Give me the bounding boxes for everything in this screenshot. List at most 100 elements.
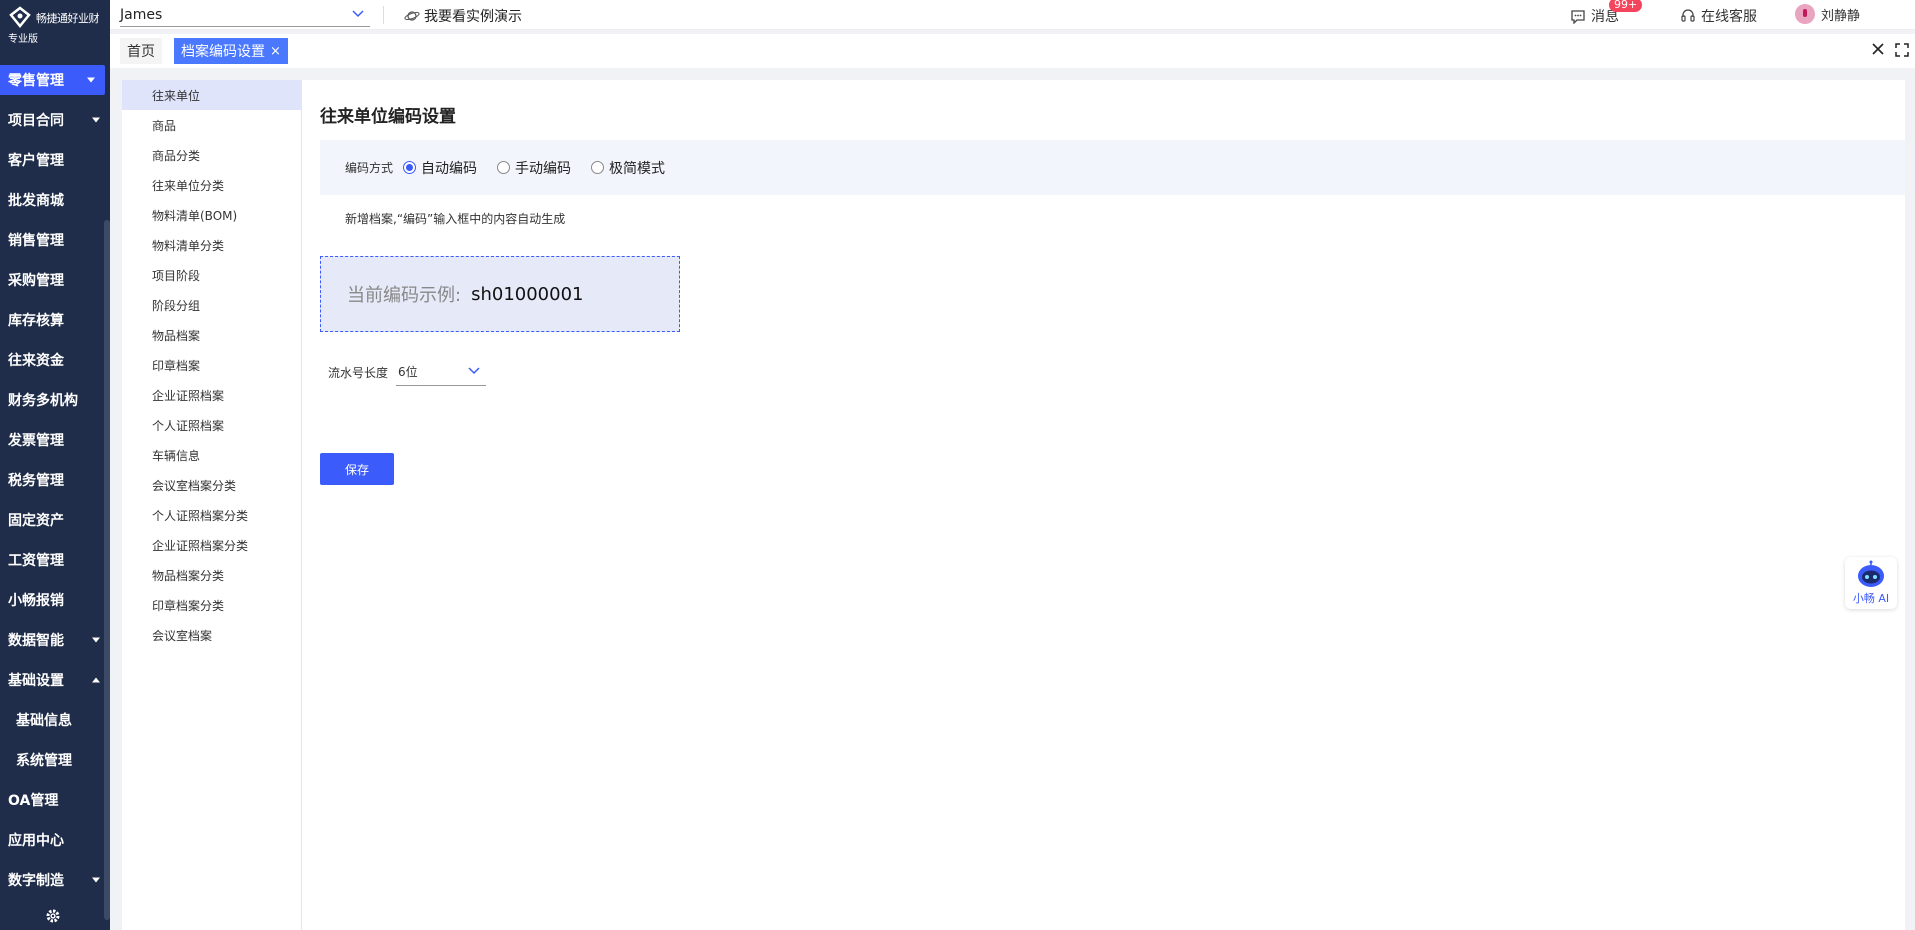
divider [383,6,384,24]
sidebar-item-5[interactable]: 采购管理 [0,260,110,300]
tab-home[interactable]: 首页 [120,38,162,64]
sidebar-item-label: 项目合同 [8,113,64,129]
tab-active-label: 档案编码设置 [181,44,265,60]
online-service-label: 在线客服 [1701,9,1757,25]
sidebar-item-17[interactable]: 系统管理 [0,740,110,780]
radio-minimal-mode[interactable]: 极简模式 [591,158,665,178]
demo-link[interactable]: 我要看实例演示 [404,6,522,26]
sidebar-scrollbar[interactable] [104,220,110,920]
sidebar-item-19[interactable]: 应用中心 [0,820,110,860]
subnav-item[interactable]: 印章档案分类 [122,590,301,620]
radio-label: 自动编码 [421,160,478,177]
caret-down-icon [92,117,100,123]
subnav-item[interactable]: 阶段分组 [122,290,301,320]
subnav-item[interactable]: 车辆信息 [122,440,301,470]
close-icon[interactable]: × [270,44,281,59]
sidebar-item-label: 基础设置 [8,673,64,689]
subnav-item[interactable]: 项目阶段 [122,260,301,290]
sidebar-item-16[interactable]: 基础信息 [0,700,110,740]
subnav-item[interactable]: 个人证照档案分类 [122,500,301,530]
main-menu: 零售管理项目合同客户管理 批发商城 销售管理采购管理库存核算往来资金 财务多机构发票管… [0,60,110,900]
sidebar-item-6[interactable]: 库存核算 [0,300,110,340]
subnav-item[interactable]: 会议室档案 [122,620,301,650]
coding-settings-panel: 往来单位编码设置 编码方式 自动编码 手动编码 极简模式 新增档案,“编码”输入… [320,80,1905,930]
sidebar-item-label: OA管理 [8,793,59,809]
user-name: 刘静静 [1821,8,1861,24]
subnav-item[interactable]: 会议室档案分类 [122,470,301,500]
ai-assistant-button[interactable]: 小畅 AI [1845,557,1897,609]
tab-archive-coding-settings[interactable]: 档案编码设置 × [174,38,288,64]
coding-mode-label: 编码方式 [345,161,394,175]
sidebar-item-label: 库存核算 [8,313,64,329]
sidebar-item-13[interactable]: 小畅报销 [0,580,110,620]
sidebar-item-15[interactable]: 基础设置 [0,660,110,700]
subnav-item[interactable]: 商品分类 [122,140,301,170]
sidebar-item-label: 固定资产 [8,513,64,529]
serial-length-value: 6位 [398,365,418,379]
subnav-item[interactable]: 物品档案 [122,320,301,350]
sidebar: 畅捷通好业财 专业版 零售管理项目合同客户管理 批发商城 销售管理采购管理库存核算往… [0,0,110,930]
sidebar-item-20[interactable]: 数字制造 [0,860,110,900]
sidebar-item-label: 数字制造 [8,873,64,889]
caret-down-icon [92,877,100,883]
sidebar-item-11[interactable]: 固定资产 [0,500,110,540]
sidebar-item-label: 零售管理 [8,73,64,89]
sidebar-item-7[interactable]: 往来资金 [0,340,110,380]
subnav-item[interactable]: 印章档案 [122,350,301,380]
subnav-item[interactable]: 物品档案分类 [122,560,301,590]
content-area: 往来单位 商品 商品分类 往来单位分类 物料清单(BOM) 物料清单分类 项目阶段 阶段分组物… [122,80,1905,930]
sidebar-item-label: 发票管理 [8,433,64,449]
gear-icon[interactable] [45,908,61,924]
sidebar-item-label: 系统管理 [16,753,72,769]
sidebar-item-label: 小畅报销 [8,593,64,609]
sidebar-item-2[interactable]: 客户管理 [0,140,110,180]
logo: 畅捷通好业财 专业版 [0,0,110,60]
fullscreen-icon[interactable] [1895,43,1909,57]
sidebar-item-label: 采购管理 [8,273,64,289]
tab-home-label: 首页 [127,44,155,60]
subnav-item[interactable]: 往来单位 [122,80,301,110]
subnav-item[interactable]: 个人证照档案 [122,410,301,440]
subnav-item[interactable]: 物料清单分类 [122,230,301,260]
sidebar-item-10[interactable]: 税务管理 [0,460,110,500]
radio-label: 极简模式 [609,160,666,177]
headset-icon [1681,9,1695,22]
serial-length-row: 流水号长度 6位 [328,358,487,386]
subnav-item[interactable]: 商品 [122,110,301,140]
subnav-item[interactable]: 企业证照档案 [122,380,301,410]
radio-auto-coding[interactable]: 自动编码 [403,158,477,178]
sidebar-item-1[interactable]: 项目合同 [0,100,110,140]
subnav-item[interactable]: 往来单位分类 [122,170,301,200]
sidebar-item-3[interactable]: 批发商城 [0,180,110,220]
serial-length-select[interactable]: 6位 [396,358,487,386]
sidebar-item-4[interactable]: 销售管理 [0,220,110,260]
sidebar-item-8[interactable]: 财务多机构 [0,380,110,420]
subnav-item[interactable]: 物料清单(BOM) [122,200,301,230]
save-button[interactable]: 保存 [320,453,394,485]
sidebar-item-14[interactable]: 数据智能 [0,620,110,660]
sidebar-item-label: 基础信息 [16,713,72,729]
radio-dot [497,161,511,174]
sidebar-item-label: 税务管理 [8,473,64,489]
radio-manual-coding[interactable]: 手动编码 [497,158,571,178]
demo-link-label: 我要看实例演示 [424,9,522,25]
sidebar-item-0[interactable]: 零售管理 [0,65,105,95]
code-example-box: 当前编码示例: sh01000001 [320,256,680,332]
planet-icon [404,11,420,21]
sidebar-item-9[interactable]: 发票管理 [0,420,110,460]
caret-down-icon [92,637,100,643]
coding-description: 新增档案,“编码”输入框中的内容自动生成 [345,212,566,226]
user-menu[interactable]: 刘静静 [1795,4,1860,24]
caret-down-icon [87,77,95,83]
close-all-tabs-icon[interactable] [1871,42,1885,56]
app-root: 畅捷通好业财 专业版 零售管理 项目合同 客户管理 批发商城 销售管理 采购管理 库存核算往… [0,0,1915,930]
sidebar-item-label: 工资管理 [8,553,64,569]
sidebar-item-18[interactable]: OA管理 [0,780,110,820]
coding-mode-row: 编码方式 自动编码 手动编码 极简模式 [320,140,1905,195]
tab-bar: 首页 档案编码设置 × [110,34,1915,68]
code-example-value: sh01000001 [471,283,584,305]
sidebar-item-12[interactable]: 工资管理 [0,540,110,580]
online-service-button[interactable]: 在线客服 [1680,6,1757,26]
subnav-item[interactable]: 企业证照档案分类 [122,530,301,560]
account-select[interactable]: James [120,3,370,27]
